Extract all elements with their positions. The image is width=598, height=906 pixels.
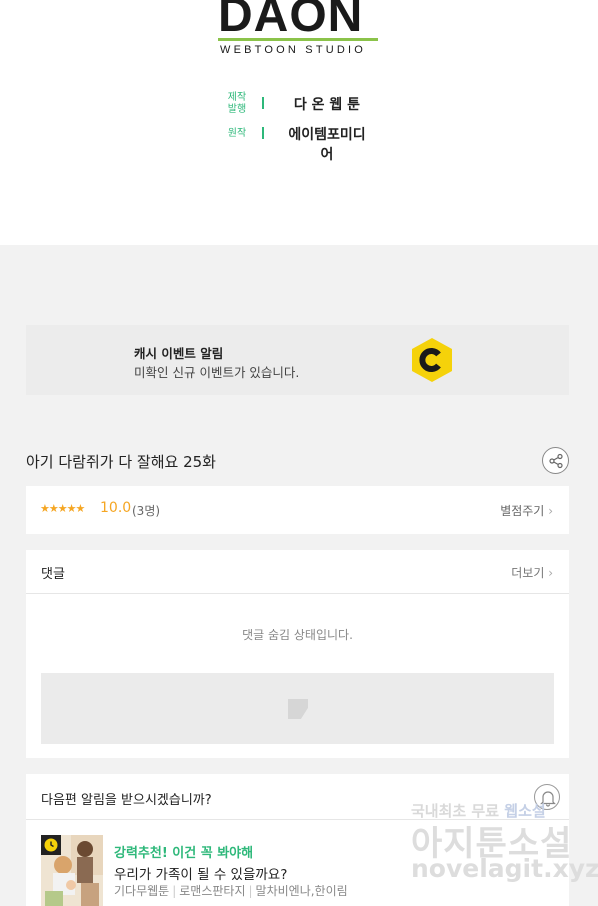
cash-c-icon [412,338,452,382]
notify-title: 다음편 알림을 받으시겠습니까? [41,793,212,808]
rating-card: ★★★★★ 10.0 (3명) 별점주기 › [26,486,569,534]
logo-underline [218,38,378,41]
recommend-thumbnail[interactable] [41,835,103,906]
share-button[interactable] [542,447,569,474]
credit-label: 원작 [227,128,247,139]
share-icon [549,453,563,469]
rate-button-label: 별점주기 [500,504,545,518]
logo-subtitle: WEBTOON STUDIO [220,44,367,56]
logo-wordmark: DAON [218,0,364,42]
next-episode-notify-card: 다음편 알림을 받으시겠습니까? 강력추천! 이건 꼭 봐야해 우리가 가족이 … [26,774,569,906]
banner-description: 미확인 신규 이벤트가 있습니다. [134,365,300,380]
rating-score: 10.0 [100,500,132,516]
recommend-meta: 기다무웹툰 | 로맨스판타지 | 말차비엔나,한이림 [114,882,348,899]
studio-credits: DAON WEBTOON STUDIO 제작 발행 다 온 웹 툰 원작 에이템… [0,0,598,245]
studio-logo: DAON WEBTOON STUDIO [218,0,380,60]
recommend-category: 기다무웹툰 [114,884,170,898]
rate-button[interactable]: 별점주기 › [500,502,553,519]
episode-title: 아기 다람쥐가 다 잘해요 25화 [26,453,216,471]
clock-icon [44,838,58,852]
ad-placeholder[interactable] [41,673,554,744]
wait-free-badge [41,835,61,855]
notify-toggle-button[interactable] [534,784,560,810]
banner-title: 캐시 이벤트 알림 [134,346,224,361]
comment-header: 댓글 더보기 › [26,550,569,594]
credit-value: 에이템포미디어 [288,127,366,163]
recommend-authors: 말차비엔나,한이림 [255,884,348,898]
credit-value: 다 온 웹 툰 [293,97,361,113]
chevron-right-icon: › [548,504,553,518]
credit-divider [262,97,264,109]
rating-stars: ★★★★★ [40,502,85,515]
comment-more-button[interactable]: 더보기 › [511,564,553,581]
cash-event-banner[interactable]: 캐시 이벤트 알림 미확인 신규 이벤트가 있습니다. [26,325,569,395]
image-placeholder-icon [288,699,308,719]
more-label: 더보기 [511,566,545,580]
recommend-genre: 로맨스판타지 [179,884,246,898]
bell-icon [540,791,556,807]
recommend-tag: 강력추천! 이건 꼭 봐야해 [114,846,254,861]
credit-divider [262,127,264,139]
rating-count: (3명) [132,504,161,518]
meta-divider: | [248,884,253,898]
comment-hidden-message: 댓글 숨김 상태입니다. [242,628,353,642]
recommend-title[interactable]: 우리가 가족이 될 수 있을까요? [114,863,287,883]
notify-header: 다음편 알림을 받으시겠습니까? [26,774,569,820]
credit-label: 제작 발행 [227,92,247,115]
comment-card: 댓글 더보기 › 댓글 숨김 상태입니다. [26,550,569,758]
meta-divider: | [172,884,177,898]
comment-title: 댓글 [41,567,65,582]
chevron-right-icon: › [548,566,553,580]
credit-row-publisher: 제작 발행 다 온 웹 툰 [0,90,598,116]
credit-row-original: 원작 에이템포미디어 [0,124,598,163]
